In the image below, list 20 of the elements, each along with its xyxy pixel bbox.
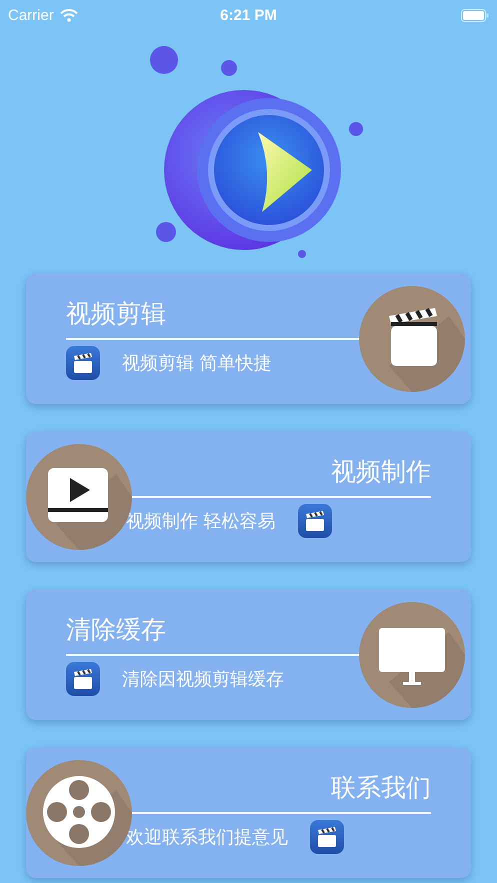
clapperboard-icon: [359, 286, 465, 392]
clapperboard-app-icon: [298, 504, 332, 538]
wifi-icon: [60, 8, 78, 22]
carrier-label: Carrier: [8, 6, 54, 24]
clapperboard-app-icon: [66, 346, 100, 380]
card-subtitle: 视频制作 轻松容易: [126, 510, 276, 533]
card-title: 视频剪辑: [66, 297, 361, 340]
card-subtitle: 清除因视频剪辑缓存: [122, 668, 284, 691]
menu-card[interactable]: 视频制作 视频制作 轻松容易: [26, 431, 471, 562]
monitor-icon: [359, 602, 465, 708]
clapperboard-app-icon: [310, 820, 344, 854]
card-title: 清除缓存: [66, 613, 361, 656]
status-time: 6:21 PM: [220, 6, 277, 24]
menu-card[interactable]: 清除缓存 清除因视频剪辑缓存: [26, 589, 471, 720]
menu-card[interactable]: 视频剪辑 视频剪辑 简单快捷: [26, 273, 471, 404]
clapperboard-app-icon: [66, 662, 100, 696]
battery-icon: [460, 8, 489, 22]
card-subtitle: 欢迎联系我们提意见: [126, 826, 288, 849]
menu-card[interactable]: 联系我们 欢迎联系我们提意见: [26, 747, 471, 878]
card-subtitle: 视频剪辑 简单快捷: [122, 352, 272, 375]
